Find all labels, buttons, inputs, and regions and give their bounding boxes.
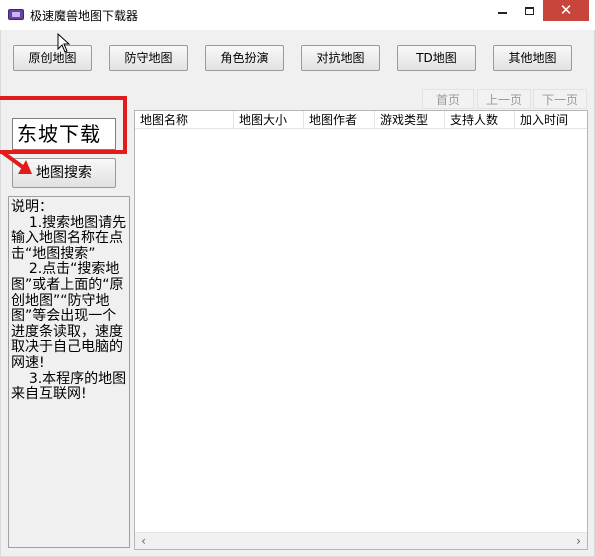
maximize-icon — [525, 6, 534, 15]
category-button-td[interactable]: TD地图 — [397, 45, 476, 71]
category-button-original[interactable]: 原创地图 — [13, 45, 92, 71]
next-page-button[interactable]: 下一页 — [533, 89, 587, 109]
window-title: 极速魔兽地图下载器 — [30, 9, 139, 23]
category-button-rpg[interactable]: 角色扮演 — [205, 45, 284, 71]
close-icon: ✕ — [559, 1, 573, 19]
column-header-map-size[interactable]: 地图大小 — [234, 111, 304, 129]
chevron-right-icon[interactable]: › — [570, 533, 587, 549]
map-list-view[interactable]: 地图名称 地图大小 地图作者 游戏类型 支持人数 加入时间 ‹ › — [134, 110, 588, 550]
list-header: 地图名称 地图大小 地图作者 游戏类型 支持人数 加入时间 — [135, 111, 587, 129]
category-button-defense[interactable]: 防守地图 — [109, 45, 188, 71]
first-page-button[interactable]: 首页 — [422, 89, 474, 109]
prev-page-button[interactable]: 上一页 — [477, 89, 531, 109]
app-icon — [8, 9, 24, 20]
column-header-map-name[interactable]: 地图名称 — [135, 111, 234, 129]
minimize-button[interactable] — [488, 0, 516, 21]
map-search-button[interactable]: 地图搜索 — [12, 158, 116, 188]
category-button-versus[interactable]: 对抗地图 — [301, 45, 380, 71]
title-bar: 极速魔兽地图下载器 ✕ — [0, 0, 595, 30]
close-button[interactable]: ✕ — [543, 0, 589, 21]
column-header-game-type[interactable]: 游戏类型 — [375, 111, 445, 129]
map-search-input[interactable]: 东坡下载 — [12, 118, 116, 150]
instructions-text: 说明： 1.搜索地图请先输入地图名称在点击“地图搜索” 2.点击“搜索地图”或者… — [8, 196, 130, 548]
category-button-other[interactable]: 其他地图 — [493, 45, 572, 71]
maximize-button[interactable] — [516, 0, 543, 21]
column-header-players[interactable]: 支持人数 — [445, 111, 515, 129]
horizontal-scrollbar[interactable]: ‹ › — [135, 532, 587, 549]
column-header-map-author[interactable]: 地图作者 — [304, 111, 375, 129]
column-header-added-time[interactable]: 加入时间 — [515, 111, 587, 129]
chevron-left-icon[interactable]: ‹ — [135, 533, 152, 549]
minimize-icon — [497, 11, 507, 14]
